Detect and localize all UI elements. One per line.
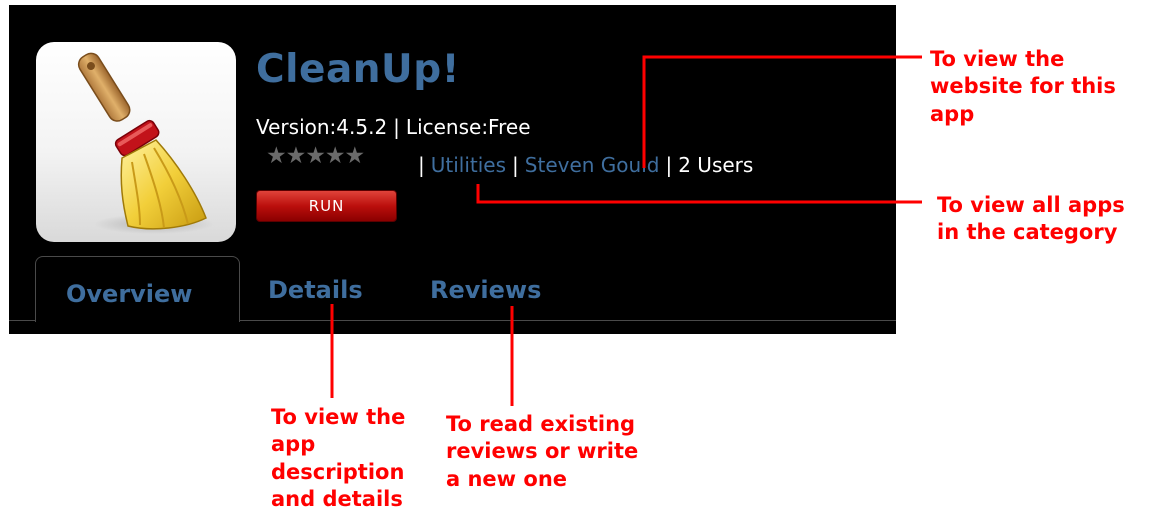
callout-line-text: a new one (446, 466, 568, 491)
reviews-callout: To read existing reviews or write a new … (446, 411, 638, 493)
category-callout: To view all apps in the category (937, 192, 1125, 247)
category-callout-line (476, 184, 922, 204)
callout-line-text: and details (271, 486, 403, 511)
callout-line-text: description (271, 459, 405, 484)
callout-line-text: To view all apps (937, 193, 1125, 217)
callout-line-text: To view the (271, 405, 406, 429)
callout-line-text: website for this (930, 74, 1116, 99)
website-callout: To view the website for this app (930, 46, 1116, 128)
callout-line-text: To view the (930, 47, 1065, 71)
callout-line-text: To read existing (446, 412, 636, 436)
callout-line-text: reviews or write (446, 439, 639, 464)
callout-line-text: in the category (937, 220, 1118, 245)
website-callout-line (642, 55, 922, 168)
details-callout: To view the app description and details (271, 404, 405, 513)
callout-line-text: app (271, 432, 316, 457)
callout-line-text: app (930, 101, 975, 126)
